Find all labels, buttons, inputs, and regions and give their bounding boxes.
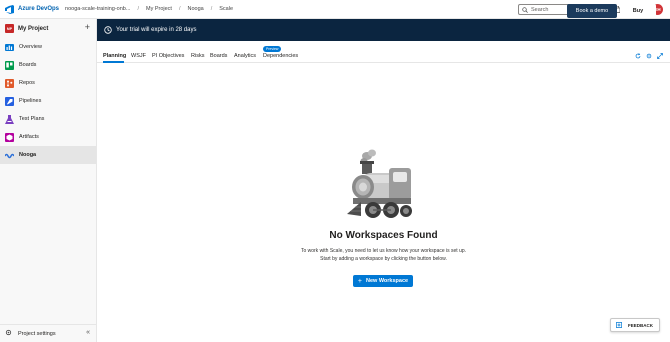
tab-planning[interactable]: Planning	[103, 53, 126, 59]
add-icon[interactable]: +	[85, 23, 90, 32]
expand-icon[interactable]	[657, 53, 663, 59]
sidebar-item-label: Repos	[19, 80, 35, 86]
sidebar-item-label: Test Plans	[19, 116, 45, 122]
overview-icon	[5, 43, 14, 52]
sidebar-item-label: Artifacts	[19, 134, 39, 140]
nooga-icon	[5, 151, 14, 160]
sidebar-item-nooga[interactable]: Nooga	[0, 146, 96, 164]
sidebar: MP My Project + Overview Boards Repos Pi…	[0, 19, 97, 342]
tab-pi-objectives[interactable]: PI Objectives	[152, 53, 184, 59]
brand-name[interactable]: Azure DevOps	[18, 6, 59, 12]
trial-message: Your trial will expire in 28 days	[116, 27, 197, 33]
sidebar-item-artifacts[interactable]: Artifacts	[0, 128, 96, 146]
sidebar-item-pipelines[interactable]: Pipelines	[0, 92, 96, 110]
gear-icon	[5, 329, 12, 338]
sidebar-item-repos[interactable]: Repos	[0, 74, 96, 92]
tab-boards[interactable]: Boards	[210, 53, 227, 59]
refresh-icon[interactable]	[635, 53, 641, 59]
empty-state-title: No Workspaces Found	[329, 230, 438, 241]
description-line: To work with Scale, you need to let us k…	[300, 248, 467, 254]
search-icon	[522, 6, 528, 13]
sidebar-item-label: Overview	[19, 44, 42, 50]
project-settings[interactable]: Project settings «	[0, 324, 96, 342]
breadcrumb-scale[interactable]: Scale	[219, 6, 233, 12]
sidebar-item-test-plans[interactable]: Test Plans	[0, 110, 96, 128]
plus-icon: +	[357, 277, 362, 285]
sidebar-item-label: Nooga	[19, 152, 37, 158]
boards-icon	[5, 60, 14, 70]
clock-icon	[104, 26, 112, 34]
breadcrumb-project[interactable]: My Project	[146, 6, 172, 12]
breadcrumb-organization[interactable]: nooga-scale-training-onb...	[65, 6, 130, 12]
empty-state-description: To work with Scale, you need to let us k…	[97, 247, 670, 263]
feedback-button[interactable]: FEEDBACK	[610, 318, 660, 332]
sidebar-item-overview[interactable]: Overview	[0, 38, 96, 56]
search-placeholder: Search	[531, 6, 549, 13]
feedback-label: FEEDBACK	[628, 322, 654, 328]
project-header[interactable]: MP My Project +	[0, 19, 96, 38]
trial-banner: Your trial will expire in 28 days	[97, 19, 670, 41]
tab-wsjf[interactable]: WSJF	[131, 53, 146, 59]
train-illustration-icon	[347, 149, 412, 218]
breadcrumb-nooga[interactable]: Nooga	[188, 6, 204, 12]
breadcrumb-separator: /	[178, 6, 181, 12]
repos-icon	[5, 78, 14, 88]
azure-devops-logo-icon[interactable]	[5, 4, 14, 14]
description-line: Start by adding a workspace by clicking …	[320, 256, 447, 262]
test-plans-icon	[5, 114, 14, 124]
sidebar-item-boards[interactable]: Boards	[0, 56, 96, 74]
tab-dependencies[interactable]: Dependencies	[263, 53, 298, 59]
buy-button[interactable]: Buy	[620, 4, 656, 18]
breadcrumb-separator: /	[137, 6, 139, 12]
empty-state: No Workspaces Found To work with Scale, …	[97, 63, 670, 342]
settings-icon[interactable]	[646, 53, 652, 59]
book-demo-button[interactable]: Book a demo	[567, 4, 617, 18]
project-badge: MP	[5, 24, 14, 33]
scale-tabs: Planning WSJF PI Objectives Risks Boards…	[97, 41, 670, 63]
breadcrumb-separator: /	[210, 6, 213, 12]
new-workspace-button[interactable]: + New Workspace	[353, 275, 413, 287]
sidebar-item-label: Pipelines	[19, 98, 42, 104]
project-name: My Project	[18, 25, 49, 32]
pipelines-icon	[5, 96, 14, 106]
sidebar-item-label: Boards	[19, 62, 37, 68]
tab-analytics[interactable]: Analytics	[234, 53, 256, 59]
preview-badge: Preview	[263, 46, 282, 52]
project-settings-label: Project settings	[18, 330, 56, 337]
tab-risks[interactable]: Risks	[191, 53, 204, 59]
collapse-sidebar-icon[interactable]: «	[86, 329, 90, 336]
artifacts-icon	[5, 132, 14, 142]
feedback-icon	[616, 322, 622, 328]
new-workspace-label: New Workspace	[366, 278, 409, 284]
